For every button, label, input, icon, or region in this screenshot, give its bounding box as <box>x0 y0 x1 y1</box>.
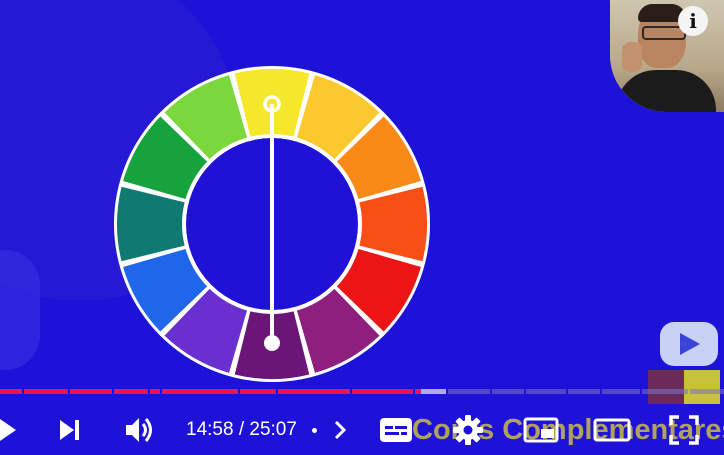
progress-chapter-segment[interactable] <box>568 389 600 394</box>
progress-bar[interactable] <box>0 389 724 394</box>
brand-swatch <box>684 370 720 404</box>
progress-played <box>24 389 68 394</box>
time-display: 14:58 / 25:07 <box>186 419 297 440</box>
video-frame[interactable]: i <box>0 0 724 455</box>
chapter-button[interactable] <box>330 405 350 455</box>
pointer-end-dot <box>264 335 280 351</box>
volume-button[interactable] <box>122 405 158 455</box>
gear-icon <box>453 415 483 445</box>
fullscreen-button[interactable] <box>664 405 704 455</box>
next-icon <box>60 420 79 440</box>
next-button[interactable] <box>52 405 86 455</box>
chevron-right-icon <box>334 420 347 440</box>
progress-played <box>114 389 148 394</box>
progress-played <box>352 389 413 394</box>
chapter-separator-dot <box>312 428 317 433</box>
progress-chapter-segment[interactable] <box>492 389 524 394</box>
progress-chapter-segment[interactable] <box>602 389 640 394</box>
miniplayer-button[interactable] <box>522 405 560 455</box>
progress-played <box>0 389 22 394</box>
progress-chapter-segment[interactable] <box>642 389 688 394</box>
progress-buffered <box>421 389 446 394</box>
miniplayer-icon <box>523 417 559 443</box>
theater-mode-icon <box>593 418 631 442</box>
theater-mode-button[interactable] <box>592 405 632 455</box>
info-icon[interactable]: i <box>678 6 708 36</box>
channel-logo <box>660 322 718 366</box>
subtitles-icon <box>380 418 412 442</box>
play-button[interactable] <box>0 405 20 455</box>
progress-played <box>278 389 350 394</box>
progress-played <box>162 389 238 394</box>
progress-played <box>150 389 160 394</box>
brand-swatch <box>648 370 684 404</box>
fullscreen-icon <box>669 415 699 445</box>
progress-chapter-segment[interactable] <box>690 389 724 394</box>
play-icon <box>0 419 16 441</box>
progress-chapter-segment[interactable] <box>448 389 490 394</box>
progress-played <box>240 389 276 394</box>
background-shape <box>0 250 40 370</box>
progress-played <box>70 389 112 394</box>
volume-icon <box>126 418 152 442</box>
settings-button[interactable] <box>450 405 486 455</box>
player-controls <box>0 405 724 455</box>
progress-chapter-segment[interactable] <box>526 389 566 394</box>
subtitles-button[interactable] <box>378 405 414 455</box>
color-wheel <box>114 66 430 382</box>
